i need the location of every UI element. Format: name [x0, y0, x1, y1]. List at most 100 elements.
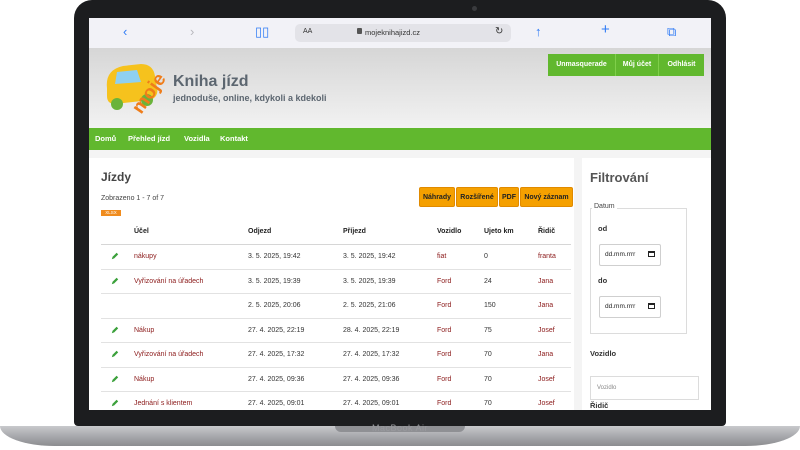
column-header[interactable]: Účel	[134, 228, 149, 235]
table-body: nákupy 3. 5. 2025, 19:42 3. 5. 2025, 19:42…	[101, 245, 571, 410]
trip-purpose-link[interactable]: Vyřizování na úřadech	[134, 351, 203, 358]
table-header: Účel Odjezd Příjezd Vozidlo Ujeto km Řid…	[101, 220, 571, 245]
safari-toolbar: ‹ › ▯▯ AA mojeknihajizd.cz ↻ ↑ + ⧉	[89, 18, 711, 49]
url-text: mojeknihajizd.cz	[365, 28, 421, 37]
vehicle-filter-placeholder: Vozidlo	[597, 385, 617, 391]
vehicle-cell: Ford	[437, 400, 452, 407]
site-title: Kniha jízd	[173, 73, 249, 90]
departure-cell: 2. 5. 2025, 20:06	[248, 302, 301, 309]
vehicle-filter-label: Vozidlo	[590, 349, 617, 358]
departure-cell: 3. 5. 2025, 19:42	[248, 253, 301, 260]
edit-pencil-icon[interactable]	[111, 399, 119, 407]
my-account-button[interactable]: Můj účet	[616, 54, 659, 76]
column-header[interactable]: Ujeto km	[484, 228, 514, 235]
new-tab-icon[interactable]: +	[601, 22, 610, 37]
arrival-cell: 27. 4. 2025, 17:32	[343, 351, 400, 358]
table-row[interactable]: Nákup 27. 4. 2025, 22:19 28. 4. 2025, 22:1…	[101, 319, 571, 343]
driver-cell: Josef	[538, 326, 555, 334]
xlsx-export-button[interactable]: XLSX	[101, 210, 121, 216]
driver-cell: franta	[538, 253, 556, 260]
table-row[interactable]: 2. 5. 2025, 20:06 2. 5. 2025, 21:06 Ford 15…	[101, 294, 571, 319]
table-row[interactable]: nákupy 3. 5. 2025, 19:42 3. 5. 2025, 19:42…	[101, 245, 571, 270]
forward-icon[interactable]: ›	[190, 25, 194, 39]
date-from-placeholder: dd.mm.rrrr	[605, 251, 636, 258]
book-icon[interactable]: ▯▯	[255, 25, 269, 39]
trip-purpose-link[interactable]: Jednání s klientem	[134, 400, 192, 407]
departure-cell: 27. 4. 2025, 17:32	[248, 351, 305, 358]
nav-item-trips[interactable]: Přehled jízd	[128, 134, 170, 143]
pdf-button[interactable]: PDF	[499, 187, 519, 207]
edit-pencil-icon[interactable]	[111, 375, 119, 383]
edit-pencil-icon[interactable]	[111, 326, 119, 334]
reader-aa-button[interactable]: AA	[303, 28, 312, 35]
departure-cell: 27. 4. 2025, 09:01	[248, 400, 305, 407]
vehicle-cell: fiat	[437, 253, 447, 260]
column-header[interactable]: Vozidlo	[437, 228, 461, 235]
reload-icon[interactable]: ↻	[495, 26, 503, 37]
driver-cell: Jana	[538, 351, 554, 358]
calendar-icon[interactable]	[648, 303, 655, 309]
back-icon[interactable]: ‹	[123, 25, 127, 39]
date-legend: Datum	[592, 203, 617, 210]
site-header: moje Kniha jízd jednoduše, online, kdyko…	[89, 48, 711, 128]
logo-car-icon[interactable]: moje	[101, 58, 165, 120]
vehicle-cell: Ford	[437, 375, 452, 383]
date-from-label: od	[598, 224, 608, 233]
table-row[interactable]: Jednání s klientem 27. 4. 2025, 09:01 27. …	[101, 392, 571, 410]
browser-screen: ‹ › ▯▯ AA mojeknihajizd.cz ↻ ↑ + ⧉ moje …	[89, 18, 711, 410]
vehicle-cell: Ford	[437, 277, 452, 285]
date-to-placeholder: dd.mm.rrrr	[605, 303, 636, 310]
vehicle-cell: Ford	[437, 302, 452, 309]
departure-cell: 3. 5. 2025, 19:39	[248, 277, 301, 285]
compensation-button[interactable]: Náhrady	[419, 187, 455, 207]
distance-cell: 0	[484, 253, 488, 260]
driver-filter-label: Řidič	[590, 401, 609, 410]
trip-purpose-link[interactable]: Nákup	[134, 376, 154, 383]
trips-table: Účel Odjezd Příjezd Vozidlo Ujeto km Řid…	[101, 220, 571, 410]
nav-item-contact[interactable]: Kontakt	[220, 134, 248, 143]
distance-cell: 70	[484, 375, 492, 383]
table-row[interactable]: Vyřizování na úřadech 3. 5. 2025, 19:39 3.…	[101, 270, 571, 294]
arrival-cell: 2. 5. 2025, 21:06	[343, 302, 396, 309]
column-header[interactable]: Příjezd	[343, 228, 366, 235]
vehicle-cell: Ford	[437, 326, 452, 334]
camera	[472, 6, 477, 11]
date-from-input[interactable]: dd.mm.rrrr	[599, 244, 661, 266]
driver-cell: Josef	[538, 375, 555, 383]
departure-cell: 27. 4. 2025, 22:19	[248, 326, 305, 334]
edit-pencil-icon[interactable]	[111, 252, 119, 260]
edit-pencil-icon[interactable]	[111, 350, 119, 358]
unmasquerade-button[interactable]: Unmasquerade	[548, 54, 616, 76]
device-label: MacBook Air	[371, 423, 429, 433]
table-row[interactable]: Nákup 27. 4. 2025, 09:36 27. 4. 2025, 09:3…	[101, 368, 571, 392]
distance-cell: 150	[484, 302, 496, 309]
advanced-button[interactable]: Rozšířené	[456, 187, 498, 207]
trip-purpose-link[interactable]: Nákup	[134, 327, 154, 334]
logout-button[interactable]: Odhlásit	[659, 54, 704, 76]
arrival-cell: 3. 5. 2025, 19:39	[343, 277, 396, 285]
new-record-button[interactable]: Nový záznam	[520, 187, 573, 207]
nav-item-vehicles[interactable]: Vozidla	[184, 134, 210, 143]
date-to-input[interactable]: dd.mm.rrrr	[599, 296, 661, 318]
result-count: Zobrazeno 1 - 7 of 7	[101, 195, 165, 202]
arrival-cell: 27. 4. 2025, 09:36	[343, 375, 400, 383]
edit-pencil-icon[interactable]	[111, 277, 119, 285]
calendar-icon[interactable]	[648, 251, 655, 257]
driver-cell: Jana	[538, 302, 554, 309]
arrival-cell: 27. 4. 2025, 09:01	[343, 400, 400, 407]
trip-purpose-link[interactable]: nákupy	[134, 253, 157, 260]
column-header[interactable]: Odjezd	[248, 228, 271, 235]
vehicle-filter-input[interactable]: Vozidlo	[590, 376, 699, 400]
date-to-label: do	[598, 276, 608, 285]
nav-item-home[interactable]: Domů	[95, 134, 116, 143]
arrival-cell: 28. 4. 2025, 22:19	[343, 326, 400, 334]
address-bar[interactable]: AA mojeknihajizd.cz ↻	[295, 24, 511, 42]
trip-purpose-link[interactable]: Vyřizování na úřadech	[134, 278, 203, 285]
filter-panel: Filtrování Datum od dd.mm.rrrr do dd.mm.…	[582, 158, 711, 410]
column-header[interactable]: Řidič	[538, 228, 555, 235]
table-row[interactable]: Vyřizování na úřadech 27. 4. 2025, 17:32 2…	[101, 343, 571, 368]
tabs-icon[interactable]: ⧉	[667, 25, 676, 39]
driver-cell: Josef	[538, 400, 555, 407]
share-icon[interactable]: ↑	[535, 25, 542, 39]
vehicle-cell: Ford	[437, 351, 452, 358]
